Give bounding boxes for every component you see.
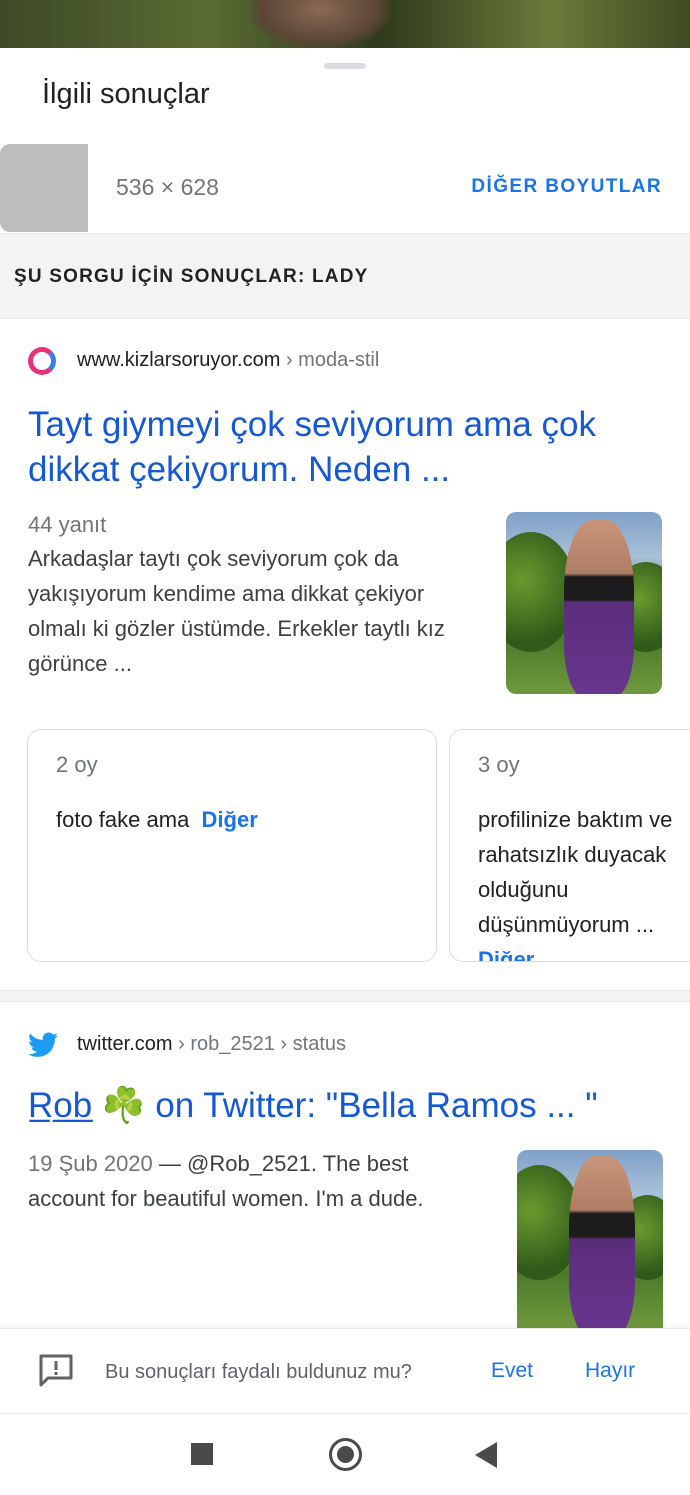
result-thumbnail[interactable] [506, 512, 662, 694]
feedback-icon [39, 1354, 73, 1387]
back-triangle-icon[interactable] [475, 1442, 497, 1468]
comment-more-link[interactable]: Diğer [478, 947, 534, 961]
answer-count: 44 yanıt [28, 512, 107, 537]
comment-body: foto fake ama [56, 807, 190, 832]
home-circle-icon[interactable] [329, 1438, 362, 1471]
comment-votes: 2 oy [56, 752, 98, 777]
query-label: ŞU SORGU İÇİN SONUÇLAR: LADY [14, 266, 369, 287]
result-domain: twitter.com [77, 1033, 173, 1055]
sheet-drag-handle[interactable] [324, 63, 366, 69]
comment-votes: 3 oy [478, 752, 520, 777]
comment-card[interactable]: 2 oy foto fake ama Diğer [27, 729, 437, 962]
result-thumbnail[interactable] [517, 1150, 663, 1328]
preview-image-strip[interactable] [0, 0, 690, 48]
comment-card[interactable]: 3 oy profilinize baktım ve rahatsızlık d… [449, 729, 690, 962]
feedback-question: Bu sonuçları faydalı buldunuz mu? [105, 1361, 412, 1383]
feedback-no-button[interactable]: Hayır [585, 1359, 635, 1383]
result-source[interactable]: twitter.com › rob_2521 › status [77, 1033, 346, 1056]
result-divider [0, 990, 690, 1002]
image-size-row[interactable]: 536 × 628 DİĞER BOYUTLAR [0, 144, 690, 232]
result-snippet: Arkadaşlar taytı çok seviyorum çok da ya… [28, 546, 445, 676]
related-results-title: İlgili sonuçlar [42, 78, 210, 110]
result-title-link[interactable]: Tayt giymeyi çok seviyorum ama çok dikka… [28, 402, 648, 492]
result-title-link[interactable]: R̲o̲b̲ ☘️ on Twitter: "Bella Ramos ... " [28, 1085, 598, 1126]
comment-body: profilinize baktım ve rahatsızlık duyaca… [478, 807, 673, 937]
thumbnail-figure [569, 1156, 635, 1328]
size-thumbnail [0, 144, 88, 232]
thumbnail-figure [564, 520, 634, 694]
result-snippet: 19 Şub 2020 — @Rob_2521. The best accoun… [28, 1146, 488, 1216]
comment-text: foto fake ama Diğer [56, 802, 436, 837]
twitter-bird-icon [28, 1032, 58, 1057]
comment-more-link[interactable]: Diğer [202, 807, 258, 832]
feedback-bar: Bu sonuçları faydalı buldunuz mu? Evet H… [0, 1328, 690, 1413]
more-sizes-button[interactable]: DİĞER BOYUTLAR [471, 176, 662, 198]
comment-text: profilinize baktım ve rahatsızlık duyaca… [478, 802, 690, 961]
image-dimensions: 536 × 628 [116, 174, 219, 200]
result-domain: www.kizlarsoruyor.com [77, 349, 281, 371]
result-path: › moda-stil [280, 349, 380, 371]
result-path: › rob_2521 › status [172, 1033, 347, 1055]
result-source[interactable]: www.kizlarsoruyor.com › moda-stil [77, 349, 379, 372]
preview-image-detail [250, 0, 390, 48]
square-icon[interactable] [191, 1443, 213, 1465]
result-date: 19 Şub 2020 [28, 1151, 153, 1176]
query-header: ŞU SORGU İÇİN SONUÇLAR: LADY [0, 233, 690, 319]
feedback-yes-button[interactable]: Evet [491, 1359, 533, 1383]
system-navigation-bar [0, 1413, 690, 1495]
kizlarsoruyor-logo-icon [28, 347, 56, 375]
